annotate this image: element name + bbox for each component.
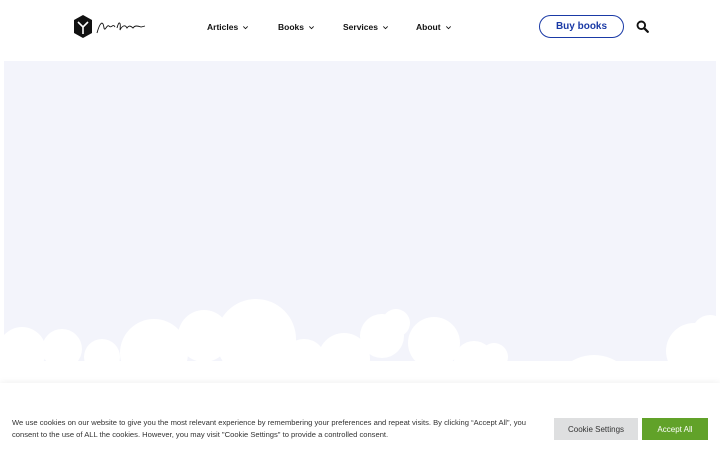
- site-header: Articles Books Services About Buy books: [0, 0, 720, 60]
- nav-item-label: Books: [278, 22, 304, 32]
- accept-all-button[interactable]: Accept All: [642, 418, 708, 440]
- cookie-settings-button[interactable]: Cookie Settings: [554, 418, 638, 440]
- nav-item-label: Articles: [207, 22, 239, 32]
- search-icon: [636, 20, 649, 33]
- nav-item-label: Services: [343, 22, 378, 32]
- nav-item-label: About: [416, 22, 441, 32]
- cookie-consent-bar: We use cookies on our website to give yo…: [0, 383, 720, 450]
- search-button[interactable]: [636, 20, 649, 33]
- chevron-down-icon: [243, 25, 249, 29]
- chevron-down-icon: [382, 25, 388, 29]
- chevron-down-icon: [445, 25, 451, 29]
- nav-item-services[interactable]: Services: [343, 19, 389, 35]
- nav-item-books[interactable]: Books: [278, 19, 315, 35]
- chevron-down-icon: [308, 25, 314, 29]
- nav-item-articles[interactable]: Articles: [207, 19, 249, 35]
- cookie-message: We use cookies on our website to give yo…: [12, 418, 526, 439]
- buy-books-button[interactable]: Buy books: [539, 15, 624, 38]
- nav-item-about[interactable]: About: [416, 19, 452, 35]
